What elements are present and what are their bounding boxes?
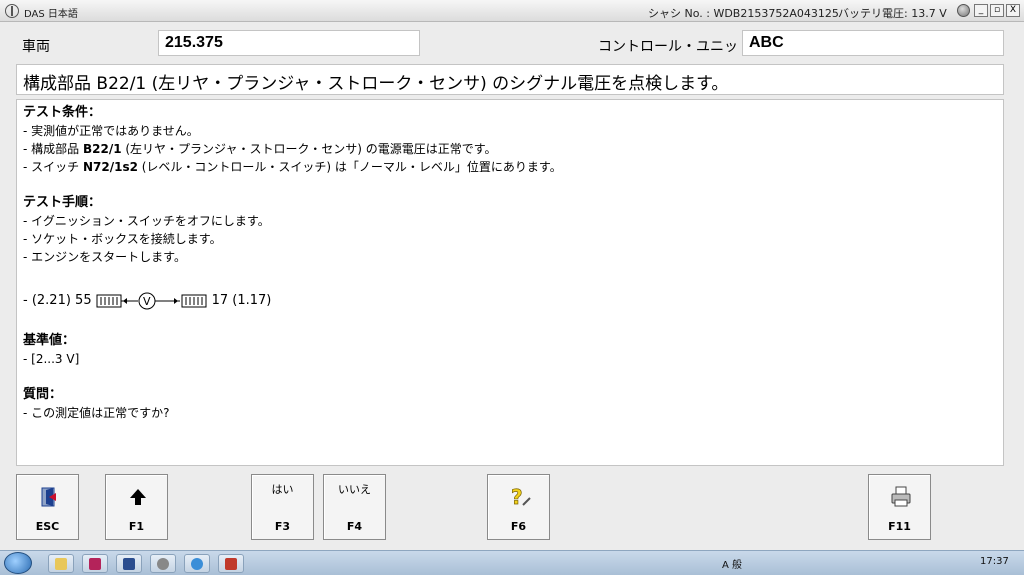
taskbar-browser-icon[interactable] xyxy=(184,554,210,573)
vehicle-label: 車両 xyxy=(22,39,50,55)
title-bar: DAS 日本語 シャシ No. : WDB2153752A043125 バッテリ… xyxy=(0,0,1024,22)
procedure-step: - イグニッション・スイッチをオフにします。 xyxy=(23,214,270,228)
mercedes-star-icon xyxy=(5,4,19,18)
minimize-button[interactable]: _ xyxy=(974,4,988,17)
f4-no-button[interactable]: いいえ F4 xyxy=(323,474,386,540)
f4-label: F4 xyxy=(346,520,363,533)
voltmeter-connection-icon: V xyxy=(96,292,207,310)
test-headline: 構成部品 B22/1 (左リヤ・プランジャ・ストローク・センサ) のシグナル電圧… xyxy=(16,64,1004,95)
f1-label: F1 xyxy=(128,520,145,533)
condition-item: - スイッチ N72/1s2 (レベル・コントロール・スイッチ) は「ノーマル・… xyxy=(23,160,562,174)
f11-print-button[interactable]: F11 xyxy=(868,474,931,540)
f3-yes-button[interactable]: はい F3 xyxy=(251,474,314,540)
clock[interactable]: 17:37 xyxy=(980,556,1009,567)
taskbar-app-icon[interactable] xyxy=(218,554,244,573)
reference-title: 基準値： xyxy=(23,333,76,348)
f3-label: F3 xyxy=(274,520,291,533)
f6-label: F6 xyxy=(510,520,527,533)
f6-help-button[interactable]: ? F6 xyxy=(487,474,550,540)
circuit-left-pin: - (2.21) 55 xyxy=(23,293,92,308)
arrow-up-icon xyxy=(130,489,146,505)
control-unit-field: ABC xyxy=(742,30,1004,56)
procedure-step: - エンジンをスタートします。 xyxy=(23,250,186,264)
esc-button[interactable]: ESC xyxy=(16,474,79,540)
exit-icon xyxy=(41,487,56,507)
svg-text:?: ? xyxy=(511,485,523,509)
printer-icon xyxy=(891,486,911,507)
help-icon: ? xyxy=(511,485,531,509)
procedure-title: テスト手順： xyxy=(23,195,102,210)
condition-item: - 実測値が正常ではありません。 xyxy=(23,124,199,138)
window-title: DAS 日本語 xyxy=(24,9,78,20)
f11-label: F11 xyxy=(888,520,911,533)
no-label: いいえ xyxy=(338,483,371,496)
status-indicator-icon xyxy=(957,4,970,17)
test-conditions-title: テスト条件： xyxy=(23,105,102,120)
procedure-step: - ソケット・ボックスを接続します。 xyxy=(23,232,222,246)
svg-text:V: V xyxy=(143,295,151,308)
measurement-diagram: - (2.21) 55 V 17 (1.17) xyxy=(23,288,997,314)
question-title: 質問： xyxy=(23,387,63,402)
yes-label: はい xyxy=(271,483,294,496)
taskbar-explorer-icon[interactable] xyxy=(48,554,74,573)
battery-voltage: バッテリ電圧: 13.7 V xyxy=(838,7,947,20)
close-button[interactable]: X xyxy=(1006,4,1020,17)
reference-value: - [2...3 V] xyxy=(23,352,80,366)
f1-button[interactable]: F1 xyxy=(105,474,168,540)
test-instructions-panel: テスト条件： - 実測値が正常ではありません。 - 構成部品 B22/1 (左リ… xyxy=(16,99,1004,466)
taskbar-app-icon[interactable] xyxy=(116,554,142,573)
esc-label: ESC xyxy=(35,520,60,533)
circuit-right-pin: 17 (1.17) xyxy=(211,293,272,308)
start-button[interactable] xyxy=(4,552,32,574)
control-unit-label: コントロール・ユニット xyxy=(598,39,752,55)
taskbar-mercedes-icon[interactable] xyxy=(150,554,176,573)
condition-item: - 構成部品 B22/1 (左リヤ・プランジャ・ストローク・センサ) の電源電圧… xyxy=(23,142,497,156)
chassis-number: シャシ No. : WDB2153752A043125 xyxy=(648,7,839,20)
question-text: - この測定値は正常ですか? xyxy=(23,406,170,420)
taskbar-app-icon[interactable] xyxy=(82,554,108,573)
ime-indicator[interactable]: A 般 xyxy=(722,556,742,571)
vehicle-field: 215.375 xyxy=(158,30,420,56)
taskbar: A 般 17:37 xyxy=(0,550,1024,575)
restore-button[interactable]: ▫ xyxy=(990,4,1004,17)
